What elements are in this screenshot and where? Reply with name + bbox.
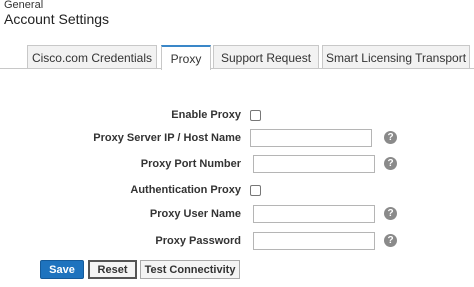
proxy-port-label: Proxy Port Number	[140, 158, 241, 170]
authentication-proxy-label: Authentication Proxy	[130, 184, 241, 196]
tab-smart-licensing-transport[interactable]: Smart Licensing Transport	[322, 45, 470, 69]
question-icon[interactable]: ?	[384, 131, 397, 144]
breadcrumb: General	[4, 0, 44, 11]
proxy-password-row: Proxy Password ?	[0, 232, 474, 252]
tab-cisco-credentials[interactable]: Cisco.com Credentials	[27, 45, 157, 69]
proxy-server-input[interactable]	[250, 129, 372, 147]
tab-divider	[0, 68, 474, 69]
proxy-user-input[interactable]	[253, 205, 375, 223]
page-title: Account Settings	[4, 11, 110, 27]
proxy-user-label: Proxy User Name	[149, 208, 241, 220]
tab-proxy[interactable]: Proxy	[161, 45, 211, 70]
proxy-server-label: Proxy Server IP / Host Name	[93, 132, 241, 144]
question-icon[interactable]: ?	[384, 207, 397, 220]
question-icon[interactable]: ?	[384, 234, 397, 247]
enable-proxy-label: Enable Proxy	[171, 109, 241, 121]
proxy-password-label: Proxy Password	[155, 235, 241, 247]
proxy-port-input[interactable]	[253, 155, 375, 173]
proxy-server-row: Proxy Server IP / Host Name ?	[0, 129, 474, 149]
save-button[interactable]: Save	[40, 260, 84, 279]
authentication-proxy-checkbox[interactable]	[250, 185, 261, 196]
question-icon[interactable]: ?	[384, 157, 397, 170]
authentication-proxy-row: Authentication Proxy	[0, 181, 474, 201]
reset-button[interactable]: Reset	[88, 260, 137, 279]
proxy-user-row: Proxy User Name ?	[0, 205, 474, 225]
tab-bar: Cisco.com Credentials Proxy Support Requ…	[0, 45, 474, 70]
enable-proxy-checkbox[interactable]	[250, 110, 261, 121]
tab-support-request[interactable]: Support Request	[213, 45, 319, 69]
proxy-password-input[interactable]	[253, 232, 375, 250]
enable-proxy-row: Enable Proxy	[0, 106, 474, 126]
test-connectivity-button[interactable]: Test Connectivity	[140, 260, 240, 279]
proxy-port-row: Proxy Port Number ?	[0, 155, 474, 175]
